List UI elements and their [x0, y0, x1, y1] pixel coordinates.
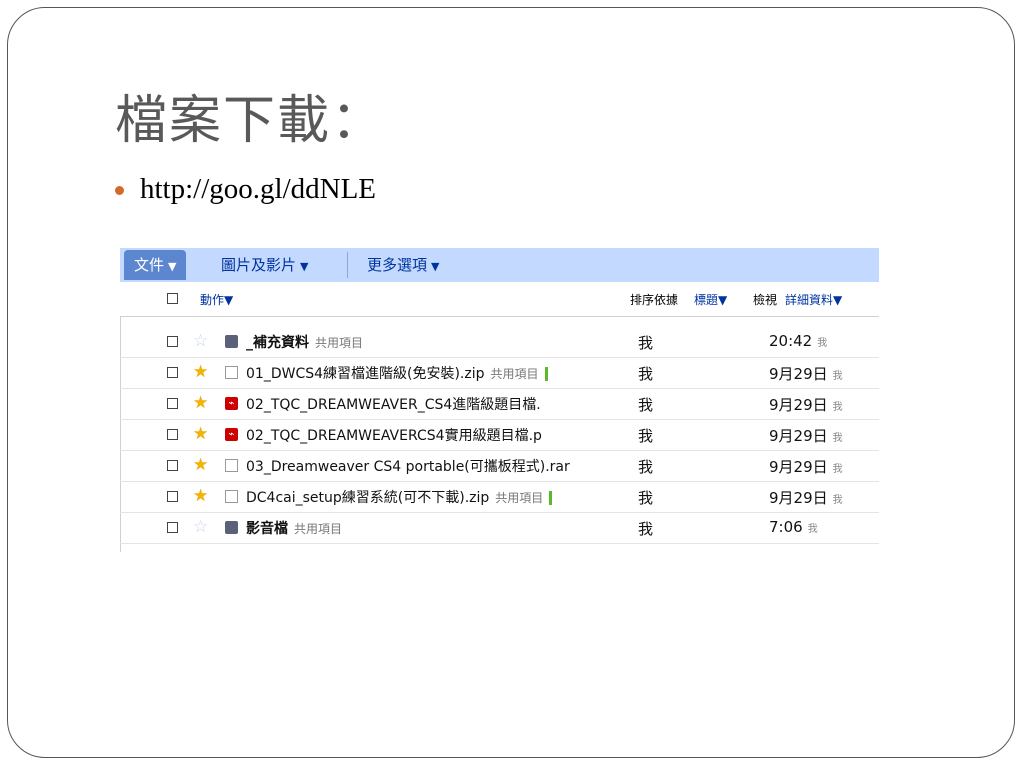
shared-label: 共用項目	[315, 336, 364, 350]
row-checkbox[interactable]	[167, 367, 178, 378]
modified-cell: 9月29日我	[769, 456, 843, 477]
more-options-button[interactable]: 更多選項 ▼	[367, 248, 439, 282]
pdf-icon: ⌁	[225, 397, 238, 410]
pdf-icon: ⌁	[225, 428, 238, 441]
modified-date: 9月29日	[769, 396, 828, 414]
docs-menu-button[interactable]: 文件 ▼	[124, 250, 187, 280]
owner-cell: 我	[638, 458, 654, 476]
row-checkbox[interactable]	[167, 336, 178, 347]
modified-cell: 7:06 我	[769, 518, 818, 536]
file-name[interactable]: DC4cai_setup練習系統(可不下載).zip 共用項目	[246, 487, 553, 507]
star-icon[interactable]: ★	[193, 424, 208, 444]
docs-menu-label: 文件	[134, 256, 165, 274]
row-checkbox[interactable]	[167, 398, 178, 409]
row-checkbox[interactable]	[167, 460, 178, 471]
modified-date: 9月29日	[769, 427, 828, 445]
file-name[interactable]: 01_DWCS4練習檔進階級(免安裝).zip 共用項目	[246, 363, 548, 383]
modified-date: 9月29日	[769, 489, 828, 507]
file-icon	[225, 366, 238, 379]
list-header: 動作▼ 排序依據 標題▼ 檢視 詳細資料▼	[120, 282, 879, 317]
toolbar-divider	[347, 252, 348, 278]
star-icon[interactable]: ★	[193, 455, 208, 475]
sort-by-label: 排序依據	[630, 293, 679, 307]
file-row[interactable]: ☆ 影音檔 共用項目 我 7:06 我	[120, 512, 879, 544]
file-row[interactable]: ☆ _補充資料 共用項目 我 20:42 我	[120, 326, 879, 358]
bullet-dot-icon	[115, 185, 124, 195]
file-name-text[interactable]: 03_Dreamweaver CS4 portable(可攜板程式).rar	[246, 459, 570, 475]
file-name[interactable]: _補充資料 共用項目	[246, 332, 363, 352]
actions-menu[interactable]: 動作▼	[200, 291, 233, 308]
file-icon	[225, 490, 238, 503]
modified-date: 9月29日	[769, 458, 828, 476]
owner-cell: 我	[638, 396, 654, 414]
docs-toolbar: 文件 ▼ 圖片及影片 ▼ 更多選項 ▼	[120, 248, 879, 282]
owner-cell: 我	[638, 334, 654, 352]
shared-label: 共用項目	[294, 522, 343, 536]
docs-screenshot: 文件 ▼ 圖片及影片 ▼ 更多選項 ▼ 動作▼ 排序依據 標題▼ 檢視 詳細資料▼ ☆…	[120, 248, 879, 552]
file-name[interactable]: 02_TQC_DREAMWEAVER_CS4進階級題目檔.	[246, 394, 541, 414]
file-row[interactable]: ★ ⌁ 02_TQC_DREAMWEAVER_CS4進階級題目檔. 我 9月29日我	[120, 388, 879, 420]
images-menu-button[interactable]: 圖片及影片 ▼	[221, 248, 308, 282]
owner-cell: 我	[638, 427, 654, 445]
row-checkbox[interactable]	[167, 491, 178, 502]
modified-by: 我	[832, 464, 843, 475]
file-name-text[interactable]: 01_DWCS4練習檔進階級(免安裝).zip	[246, 366, 485, 382]
file-row[interactable]: ★ 01_DWCS4練習檔進階級(免安裝).zip 共用項目我 9月29日我	[120, 357, 879, 389]
file-name[interactable]: 03_Dreamweaver CS4 portable(可攜板程式).rar	[246, 456, 570, 476]
folder-icon	[225, 521, 238, 534]
file-name[interactable]: 02_TQC_DREAMWEAVERCS4實用級題目檔.p	[246, 425, 542, 445]
modified-cell: 9月29日我	[769, 363, 843, 384]
chevron-down-icon: ▼	[431, 260, 440, 273]
modified-date: 7:06	[769, 518, 803, 536]
row-checkbox[interactable]	[167, 429, 178, 440]
download-link[interactable]: http://goo.gl/ddNLE	[140, 173, 376, 206]
file-name-text[interactable]: DC4cai_setup練習系統(可不下載).zip	[246, 490, 489, 506]
star-icon[interactable]: ☆	[193, 517, 208, 537]
modified-by: 我	[832, 402, 843, 413]
modified-by: 我	[832, 371, 843, 382]
owner-cell: 我	[638, 489, 654, 507]
owner-cell: 我	[638, 520, 654, 538]
modified-cell: 9月29日我	[769, 394, 843, 415]
owner-cell: 我	[638, 365, 654, 383]
shared-indicator-icon	[544, 367, 548, 381]
file-name-text[interactable]: 02_TQC_DREAMWEAVER_CS4進階級題目檔.	[246, 397, 541, 413]
chevron-down-icon: ▼	[300, 260, 309, 273]
modified-by: 我	[807, 524, 818, 535]
images-menu-label: 圖片及影片	[221, 256, 297, 274]
file-name[interactable]: 影音檔 共用項目	[246, 518, 342, 538]
slide-title: 檔案下載：	[115, 91, 386, 151]
select-all-checkbox[interactable]	[167, 293, 178, 304]
file-icon	[225, 459, 238, 472]
bullet-item: http://goo.gl/ddNLE	[115, 172, 376, 206]
file-row[interactable]: ★ ⌁ 02_TQC_DREAMWEAVERCS4實用級題目檔.p 我 9月29日我	[120, 419, 879, 451]
star-icon[interactable]: ☆	[193, 331, 208, 351]
chevron-down-icon: ▼	[168, 260, 177, 273]
modified-by: 我	[832, 433, 843, 444]
star-icon[interactable]: ★	[193, 362, 208, 382]
modified-by: 我	[832, 495, 843, 506]
modified-date: 9月29日	[769, 365, 828, 383]
sort-by-dropdown[interactable]: 標題▼	[694, 291, 727, 308]
file-row[interactable]: ★ DC4cai_setup練習系統(可不下載).zip 共用項目我 9月29日我	[120, 481, 879, 513]
star-icon[interactable]: ★	[193, 393, 208, 413]
file-name-text[interactable]: 影音檔	[246, 521, 288, 537]
modified-cell: 9月29日我	[769, 487, 843, 508]
star-icon[interactable]: ★	[193, 486, 208, 506]
file-name-text[interactable]: 02_TQC_DREAMWEAVERCS4實用級題目檔.p	[246, 428, 542, 444]
modified-cell: 9月29日我	[769, 425, 843, 446]
modified-date: 20:42	[769, 332, 813, 350]
shared-label: 共用項目	[495, 491, 544, 505]
modified-by: 我	[817, 338, 828, 349]
file-name-text[interactable]: _補充資料	[246, 335, 309, 351]
shared-indicator-icon	[549, 491, 553, 505]
modified-cell: 20:42 我	[769, 332, 827, 350]
file-row[interactable]: ★ 03_Dreamweaver CS4 portable(可攜板程式).rar 我…	[120, 450, 879, 482]
folder-icon	[225, 335, 238, 348]
view-label: 檢視	[753, 293, 778, 307]
shared-label: 共用項目	[490, 367, 539, 381]
row-checkbox[interactable]	[167, 522, 178, 533]
view-dropdown[interactable]: 詳細資料▼	[785, 291, 842, 308]
more-options-label: 更多選項	[367, 256, 428, 274]
